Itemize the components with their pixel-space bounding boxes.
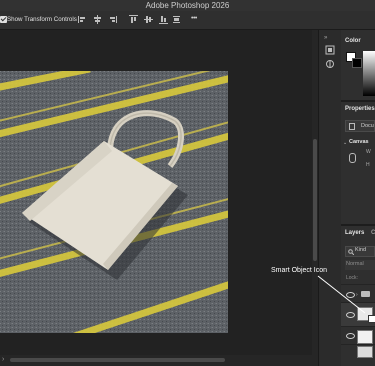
- blend-mode-value: Normal: [346, 261, 364, 267]
- vertical-scrollbar-thumb[interactable]: [313, 139, 317, 261]
- expand-chevron-icon[interactable]: ›: [356, 292, 358, 298]
- panel-divider: [341, 224, 375, 226]
- more-icon[interactable]: •••: [191, 15, 197, 22]
- show-transform-checkbox[interactable]: [0, 16, 7, 23]
- smart-object-icon: [368, 315, 375, 323]
- layer-filter-kind: Kind: [355, 247, 367, 253]
- options-bar: Show Transform Controls •••: [0, 11, 375, 39]
- height-label: H: [366, 162, 370, 168]
- align-top-icon[interactable]: [129, 15, 138, 24]
- title-bar: Adobe Photoshop 2026: [0, 0, 375, 11]
- background-color-swatch[interactable]: [352, 58, 362, 68]
- layer-row[interactable]: [341, 344, 375, 359]
- align-left-icon[interactable]: [78, 15, 87, 24]
- width-label: W: [366, 149, 371, 155]
- swatches-panel-icon[interactable]: [325, 56, 335, 68]
- layer-row-group[interactable]: ›: [341, 284, 375, 303]
- panel-dock-toolbar: [318, 30, 342, 366]
- eye-icon[interactable]: [346, 333, 355, 339]
- link-icon[interactable]: [349, 153, 356, 163]
- window-title: Adobe Photoshop 2026: [145, 1, 230, 10]
- eye-icon[interactable]: [346, 312, 355, 318]
- tab-layers[interactable]: Layers: [345, 230, 364, 236]
- canvas-image[interactable]: [0, 71, 228, 333]
- scroll-right-icon[interactable]: ›: [2, 356, 4, 363]
- eye-icon[interactable]: [346, 292, 355, 298]
- horizontal-scrollbar-thumb[interactable]: [10, 358, 225, 362]
- lock-label: Lock:: [346, 275, 358, 281]
- layer-row[interactable]: [341, 326, 375, 345]
- document-label: Docu: [361, 123, 374, 129]
- chevron-down-icon[interactable]: ⌄: [343, 140, 347, 146]
- align-right-icon[interactable]: [108, 15, 117, 24]
- layer-thumbnail: [357, 330, 373, 344]
- tab-color[interactable]: Color: [345, 38, 361, 44]
- align-bottom-icon[interactable]: [159, 15, 168, 24]
- color-panel-icon[interactable]: [325, 42, 335, 55]
- color-picker-field[interactable]: [363, 51, 375, 96]
- folder-icon: [361, 291, 370, 297]
- align-middle-icon[interactable]: [144, 15, 153, 24]
- layer-thumbnail: [357, 346, 373, 358]
- tab-channels[interactable]: C: [371, 230, 375, 236]
- canvas-section-heading: Canvas: [349, 139, 369, 145]
- align-center-icon[interactable]: [93, 15, 102, 24]
- distribute-vertical-icon[interactable]: [172, 15, 181, 24]
- annotation-label: Smart Object Icon: [271, 267, 328, 274]
- show-transform-label[interactable]: Show Transform Controls: [7, 16, 77, 23]
- panel-divider: [341, 100, 375, 102]
- tab-properties[interactable]: Properties: [345, 106, 375, 112]
- layer-row-smart-object[interactable]: [341, 302, 375, 327]
- collapse-panels-icon[interactable]: »: [324, 35, 327, 41]
